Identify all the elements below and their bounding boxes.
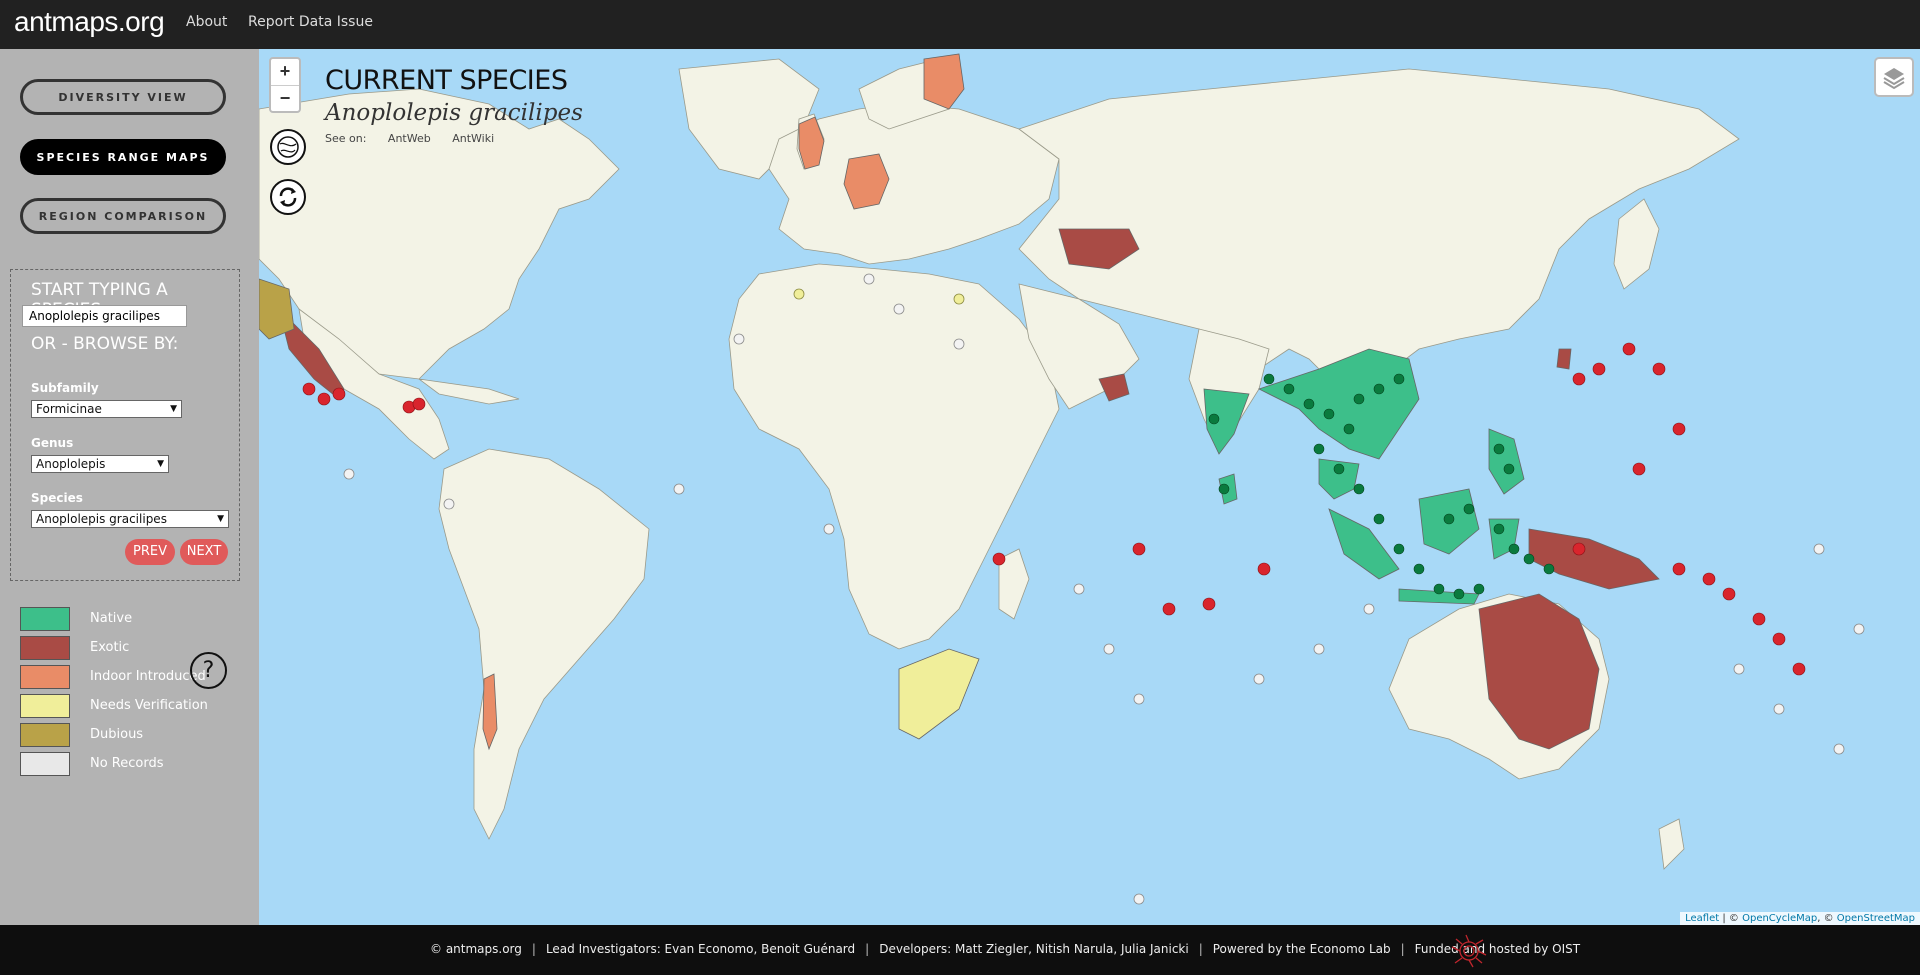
species-value: Anoplolepis gracilipes bbox=[36, 512, 167, 526]
japan bbox=[1613, 198, 1660, 290]
attribution-separator: , © bbox=[1817, 913, 1837, 924]
refresh-icon[interactable] bbox=[270, 179, 306, 215]
top-navbar: antmaps.org About Report Data Issue bbox=[0, 0, 1920, 49]
globe-icon[interactable] bbox=[270, 129, 306, 165]
legend-swatch bbox=[20, 723, 70, 747]
chevron-down-icon: ▼ bbox=[157, 459, 164, 469]
species-label: Species bbox=[31, 491, 83, 505]
see-on-links: See on: AntWeb AntWiki bbox=[325, 132, 583, 145]
genus-select[interactable]: Anoplolepis ▼ bbox=[31, 455, 169, 473]
genus-value: Anoplolepis bbox=[36, 457, 106, 471]
native-sumatra bbox=[1328, 508, 1400, 580]
antwiki-link[interactable]: AntWiki bbox=[452, 132, 494, 145]
chevron-down-icon: ▼ bbox=[170, 404, 177, 414]
footer-text: © antmaps.org | Lead Investigators: Evan E… bbox=[430, 942, 1581, 956]
antweb-link[interactable]: AntWeb bbox=[388, 132, 431, 145]
legend-label: Indoor Introduced bbox=[90, 669, 206, 684]
new-zealand bbox=[1658, 818, 1685, 870]
species-select[interactable]: Anoplolepis gracilipes ▼ bbox=[31, 510, 229, 528]
legend-label: Dubious bbox=[90, 727, 144, 742]
subfamily-value: Formicinae bbox=[36, 402, 102, 416]
exotic-new-guinea bbox=[1528, 528, 1660, 590]
region-comparison-button[interactable]: REGION COMPARISON bbox=[20, 198, 226, 234]
footer-powered-by[interactable]: Powered by the Economo Lab bbox=[1213, 942, 1391, 956]
map-attribution: Leaflet | © OpenCycleMap, © OpenStreetMa… bbox=[1680, 912, 1920, 925]
legend-label: No Records bbox=[90, 756, 164, 771]
zoom-control: + − bbox=[269, 57, 301, 113]
legend-swatch bbox=[20, 694, 70, 718]
native-philippines bbox=[1488, 428, 1525, 495]
leaflet-link[interactable]: Leaflet bbox=[1685, 913, 1719, 924]
footer-copyright: © antmaps.org bbox=[430, 942, 522, 956]
native-se-asia bbox=[1257, 348, 1420, 460]
next-button[interactable]: NEXT bbox=[180, 539, 228, 565]
legend-swatch bbox=[20, 665, 70, 689]
legend-swatch bbox=[20, 607, 70, 631]
openstreetmap-link[interactable]: OpenStreetMap bbox=[1837, 913, 1915, 924]
zoom-out-button[interactable]: − bbox=[271, 86, 299, 112]
current-species-panel: CURRENT SPECIES Anoplolepis gracilipes S… bbox=[325, 65, 583, 145]
legend-label: Exotic bbox=[90, 640, 130, 655]
sidebar: DIVERSITY VIEW SPECIES RANGE MAPS REGION… bbox=[0, 49, 259, 925]
species-range-maps-button[interactable]: SPECIES RANGE MAPS bbox=[20, 139, 226, 175]
nav-about-link[interactable]: About bbox=[186, 14, 227, 30]
south-america bbox=[438, 448, 650, 840]
genus-label: Genus bbox=[31, 436, 74, 450]
see-on-label: See on: bbox=[325, 132, 367, 145]
current-species-name: Anoplolepis gracilipes bbox=[325, 100, 583, 126]
current-species-label: CURRENT SPECIES bbox=[325, 65, 568, 96]
footer-funded-by[interactable]: Funded and hosted by OIST bbox=[1415, 942, 1580, 956]
footer-investigators: Lead Investigators: Evan Economo, Benoit… bbox=[545, 942, 856, 956]
species-search-input[interactable]: Anoplolepis gracilipes bbox=[22, 305, 187, 327]
caribbean bbox=[418, 378, 520, 405]
subfamily-select[interactable]: Formicinae ▼ bbox=[31, 400, 182, 418]
legend-swatch bbox=[20, 752, 70, 776]
attribution-separator: | © bbox=[1719, 913, 1743, 924]
oist-logo-icon[interactable] bbox=[1448, 933, 1490, 969]
legend-label: Needs Verification bbox=[90, 698, 208, 713]
help-icon[interactable]: ? bbox=[190, 652, 227, 689]
world-map[interactable]: + − CURRENT SPECIES Anoplolepis gracilip… bbox=[259, 49, 1920, 925]
diversity-view-button[interactable]: DIVERSITY VIEW bbox=[20, 79, 226, 115]
exotic-arabia-coast bbox=[1098, 373, 1130, 402]
browse-heading: OR - BROWSE BY: bbox=[31, 334, 179, 354]
prev-button[interactable]: PREV bbox=[125, 539, 175, 565]
opencyclemap-link[interactable]: OpenCycleMap bbox=[1742, 913, 1817, 924]
subfamily-label: Subfamily bbox=[31, 381, 99, 395]
map-canvas[interactable] bbox=[259, 49, 1920, 925]
layers-icon[interactable] bbox=[1874, 57, 1914, 97]
species-search-panel: START TYPING A SPECIES Anoplolepis graci… bbox=[10, 269, 240, 581]
zoom-in-button[interactable]: + bbox=[271, 59, 299, 86]
indoor-finland bbox=[923, 53, 965, 110]
footer: © antmaps.org | Lead Investigators: Evan E… bbox=[0, 925, 1920, 975]
legend-label: Native bbox=[90, 611, 133, 626]
chevron-down-icon: ▼ bbox=[217, 514, 224, 524]
legend-swatch bbox=[20, 636, 70, 660]
footer-developers: Developers: Matt Ziegler, Nitish Narula,… bbox=[879, 942, 1189, 956]
nav-report-link[interactable]: Report Data Issue bbox=[248, 14, 373, 30]
exotic-taiwan bbox=[1556, 348, 1572, 370]
verify-south-africa bbox=[898, 648, 980, 740]
site-logo[interactable]: antmaps.org bbox=[14, 6, 165, 38]
